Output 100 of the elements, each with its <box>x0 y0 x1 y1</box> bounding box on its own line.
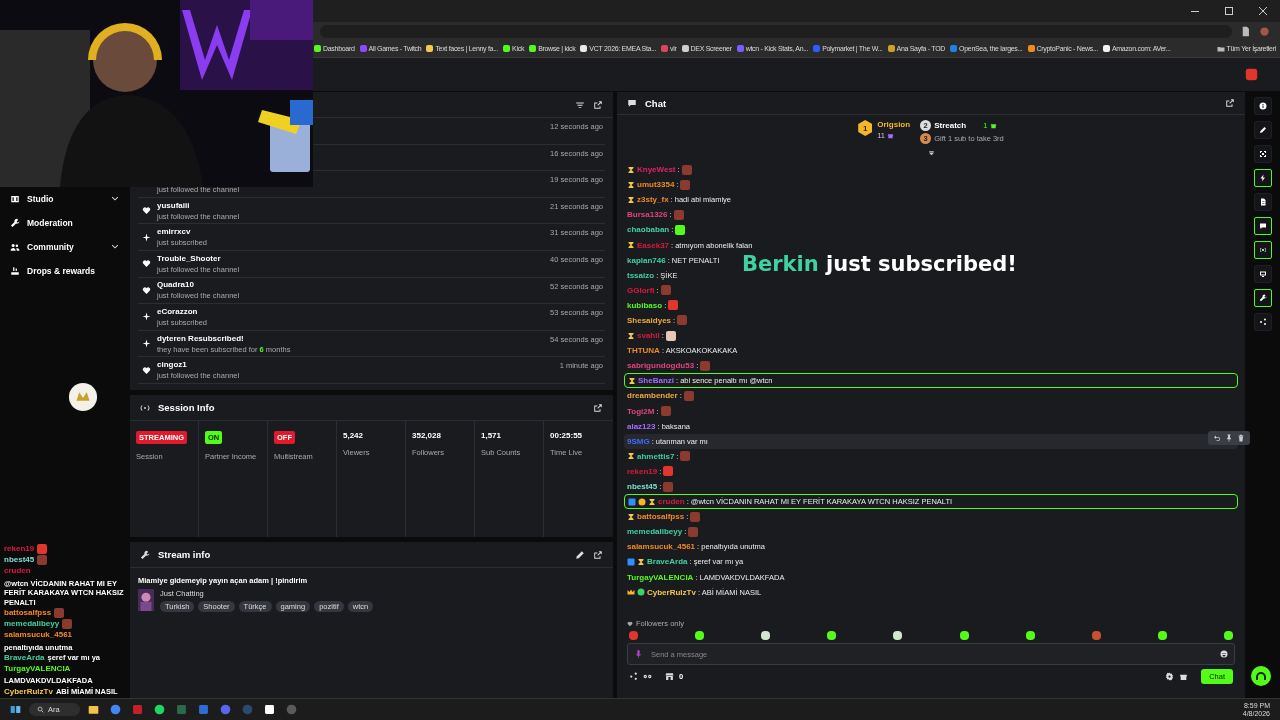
edit-icon[interactable] <box>575 549 585 560</box>
emote-icon[interactable] <box>959 631 969 640</box>
rail-button[interactable] <box>1253 97 1272 115</box>
emote-icon[interactable] <box>893 631 903 640</box>
pin-icon[interactable] <box>1225 433 1233 442</box>
extensions-icon[interactable] <box>1240 25 1251 37</box>
chat-app-icon[interactable] <box>219 704 231 715</box>
emote-icon <box>54 608 65 618</box>
chat-username[interactable]: ahmettis7 <box>637 451 675 461</box>
emote-icon[interactable] <box>761 631 771 640</box>
chat-username: BraveArda <box>4 653 45 663</box>
hourglass-badge-icon <box>637 558 645 566</box>
chat-username[interactable]: battosalfpss <box>637 512 685 522</box>
chat-username[interactable]: CyberRulzTv <box>647 587 696 597</box>
chat-username[interactable]: Shesaidyes <box>627 316 672 325</box>
hourglass-badge-icon <box>648 497 656 506</box>
hourglass-badge-icon <box>627 452 635 461</box>
chat-username[interactable]: memedalibeyy <box>627 527 683 537</box>
emoji-icon[interactable] <box>1220 650 1228 658</box>
store-icon[interactable] <box>665 672 674 681</box>
chat-username: battosalfpss <box>4 608 52 618</box>
chat-username[interactable]: TurgayVALENCIA <box>627 572 694 582</box>
app-logo-icon[interactable] <box>1245 68 1258 81</box>
delete-icon[interactable] <box>1237 433 1245 442</box>
monitor-icon <box>1258 270 1267 278</box>
emote-icon[interactable] <box>1157 631 1167 640</box>
chat-username[interactable]: sabrigundogdu53 <box>627 361 695 371</box>
chat-username[interactable]: salamsucuk_4561 <box>627 542 696 552</box>
popout-icon[interactable] <box>593 402 603 413</box>
emote-icon <box>683 390 694 401</box>
chat-username: cruden <box>4 566 31 576</box>
emote-icon[interactable] <box>695 631 705 640</box>
stat-value: 352,028 <box>412 431 441 440</box>
game-icon[interactable] <box>175 704 187 715</box>
hourglass-badge-icon <box>627 241 635 249</box>
rail-button[interactable] <box>1253 193 1272 211</box>
rail-button[interactable] <box>1253 265 1272 283</box>
gift-icon <box>887 132 895 139</box>
chat-username[interactable]: tssaizo <box>627 270 655 280</box>
event-title: eCorazzon <box>157 306 199 316</box>
chat-username[interactable]: THTUNA <box>627 346 660 356</box>
chat-username[interactable]: z3sty_fx <box>637 195 669 205</box>
music-icon[interactable] <box>153 704 165 715</box>
emote-icon <box>660 406 671 417</box>
chat-username[interactable]: alaz123 <box>627 421 656 431</box>
rail-button[interactable] <box>1253 121 1272 139</box>
profile-icon[interactable] <box>1259 25 1270 37</box>
chat-username[interactable]: dreambender <box>627 391 678 401</box>
note-icon <box>1258 198 1267 206</box>
sidebar-item[interactable]: Studio <box>10 190 120 208</box>
channel-logo-icon[interactable] <box>68 382 98 412</box>
emote-icon[interactable] <box>1224 631 1233 640</box>
editor-icon[interactable] <box>197 704 209 715</box>
chat-username: nbest45 <box>4 555 35 565</box>
chat-username[interactable]: chaobaban <box>627 225 670 235</box>
infinity-icon <box>643 672 652 681</box>
close-icon[interactable] <box>1258 6 1268 16</box>
settings-icon[interactable] <box>1165 672 1175 681</box>
heart-icon <box>142 285 151 295</box>
app-icon[interactable] <box>263 704 275 715</box>
news-icon[interactable] <box>131 704 143 715</box>
share-icon[interactable] <box>629 672 638 681</box>
gift-icon[interactable] <box>1179 672 1189 681</box>
folder-icon[interactable] <box>87 704 99 715</box>
recorder-icon[interactable] <box>285 704 297 715</box>
share-icon <box>1258 318 1267 326</box>
undo-icon[interactable] <box>1213 433 1221 442</box>
chat-username: memedalibeyy <box>4 619 60 629</box>
browser-icon[interactable] <box>109 704 121 715</box>
sidebar-item[interactable]: Drops & rewards <box>10 262 120 280</box>
chat-username[interactable]: SheBanzi <box>638 376 674 386</box>
chat-username[interactable]: BraveArda <box>647 557 688 567</box>
chat-username: CyberRulzTv <box>4 686 53 696</box>
emote-icon[interactable] <box>827 631 837 640</box>
chat-username[interactable]: Togi2M <box>627 406 655 416</box>
microphone-icon[interactable] <box>634 649 643 659</box>
drops-icon <box>10 266 20 276</box>
sidebar-item[interactable]: Moderation <box>10 214 120 232</box>
chat-username[interactable]: nbest45 <box>627 482 658 491</box>
sidebar-item[interactable]: Community <box>10 238 120 256</box>
chat-username[interactable]: kubibaso <box>627 300 663 310</box>
expand-icon[interactable] <box>926 149 936 158</box>
emote-icon <box>673 209 684 220</box>
popout-icon[interactable] <box>593 549 603 560</box>
coin-badge-icon <box>638 497 646 506</box>
widgets-icon[interactable] <box>10 704 21 715</box>
popout-icon[interactable] <box>1225 98 1235 108</box>
chat-username[interactable]: Bursa1326 <box>627 210 668 220</box>
popout-icon[interactable] <box>593 99 603 110</box>
emote-icon <box>681 164 692 175</box>
chat-username[interactable]: umut3354 <box>637 180 675 190</box>
emote-icon <box>677 315 688 326</box>
chat-username[interactable]: KnyeWest <box>637 165 676 175</box>
chat-username[interactable]: kaplan746 <box>627 255 666 265</box>
panel-title: Chat <box>645 97 667 109</box>
rail-button[interactable] <box>1253 145 1272 163</box>
emote-icon[interactable] <box>1025 631 1035 640</box>
event-title: Quadra10 <box>157 280 195 290</box>
maximize-icon[interactable] <box>1224 6 1234 16</box>
rail-button[interactable] <box>1253 313 1272 331</box>
